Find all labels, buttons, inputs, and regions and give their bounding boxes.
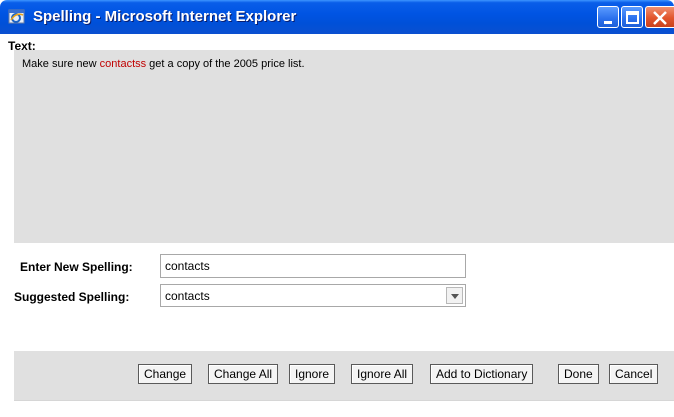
cancel-button[interactable]: Cancel [609,364,659,384]
new-spelling-label: Enter New Spelling: [20,260,133,274]
status-strip [14,400,674,417]
suggested-spelling-label: Suggested Spelling: [14,290,130,304]
suggested-spelling-select[interactable]: contacts [160,284,466,307]
ignore-button[interactable]: Ignore [289,364,336,384]
minimize-icon [604,21,612,24]
text-after: get a copy of the 2005 price list. [146,58,305,70]
suggested-spelling-value: contacts [165,289,210,303]
new-spelling-input[interactable] [160,254,466,278]
misspelled-word: contactss [99,58,147,70]
text-preview: Make sure new contactss get a copy of th… [14,50,674,243]
text-before: Make sure new [22,58,100,70]
close-button[interactable] [645,6,674,28]
title-bar[interactable]: Spelling - Microsoft Internet Explorer [0,0,674,34]
change-all-button[interactable]: Change All [208,364,279,384]
change-button[interactable]: Change [138,364,193,384]
maximize-icon [626,11,639,24]
dropdown-arrow-icon [451,294,459,299]
ignore-all-button[interactable]: Ignore All [351,364,414,384]
window-title: Spelling - Microsoft Internet Explorer [33,8,297,25]
ie-window-icon [8,9,25,24]
add-to-dictionary-button[interactable]: Add to Dictionary [430,364,534,384]
maximize-button[interactable] [621,6,643,28]
done-button[interactable]: Done [558,364,599,384]
dropdown-arrow-button[interactable] [446,287,463,304]
minimize-button[interactable] [597,6,619,28]
close-icon [653,11,667,25]
